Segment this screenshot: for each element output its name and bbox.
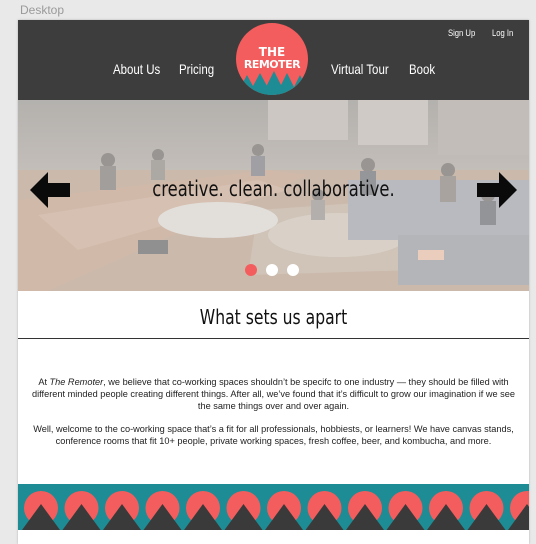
logo-text-remoter: REMOTER: [243, 58, 301, 71]
logo-text-the: THE: [258, 45, 286, 59]
sun-mountain-icon: [386, 491, 425, 530]
mountain-pattern-icons: [22, 491, 529, 530]
section-title: What sets us apart: [199, 305, 348, 329]
brand-name: The Remoter: [49, 377, 104, 387]
site-logo[interactable]: THE REMOTER: [236, 23, 308, 95]
sun-mountain-icon: [427, 491, 465, 530]
intro-paragraph: At The Remoter, we believe that co-worki…: [32, 376, 515, 412]
right-arrow-icon[interactable]: [477, 172, 517, 208]
carousel-dot-3[interactable]: [287, 264, 299, 276]
nav-virtual-tour[interactable]: Virtual Tour: [331, 61, 389, 77]
mountain-sun-logo-icon: THE REMOTER: [236, 23, 308, 95]
carousel-dot-1[interactable]: [245, 264, 257, 276]
intro-paragraph-lead: At: [38, 377, 50, 387]
sun-mountain-icon: [143, 491, 182, 530]
sign-up-link[interactable]: Sign Up: [448, 28, 475, 38]
log-in-link[interactable]: Log In: [492, 28, 513, 38]
hero-carousel: creative. clean. collaborative.: [18, 100, 529, 291]
site-header: Sign Up Log In About Us Pricing Virtual …: [18, 20, 529, 100]
nav-pricing[interactable]: Pricing: [179, 61, 214, 77]
section-divider: [18, 338, 529, 339]
desktop-frame: Sign Up Log In About Us Pricing Virtual …: [18, 20, 529, 544]
sun-mountain-icon: [22, 491, 60, 530]
intro-paragraph-body: , we believe that co-working spaces shou…: [32, 377, 515, 411]
mountain-pattern-band: [18, 484, 529, 530]
sun-mountain-icon: [184, 491, 222, 530]
sun-mountain-icon: [305, 491, 344, 530]
artboard-label: Desktop: [20, 3, 65, 17]
left-arrow-icon[interactable]: [30, 172, 70, 208]
sun-mountain-icon: [346, 491, 384, 530]
sun-mountain-icon: [103, 491, 141, 530]
welcome-paragraph: Well, welcome to the co-working space th…: [33, 424, 514, 446]
nav-about-us[interactable]: About Us: [113, 61, 160, 77]
carousel-dot-2[interactable]: [266, 264, 278, 276]
nav-book[interactable]: Book: [409, 61, 435, 77]
sun-mountain-icon: [62, 491, 101, 530]
account-links: Sign Up Log In: [448, 28, 517, 38]
hero-tagline: creative. clean. collaborative.: [152, 177, 395, 201]
sun-mountain-icon: [224, 491, 263, 530]
sun-mountain-icon: [265, 491, 303, 530]
sun-mountain-icon: [508, 491, 529, 530]
carousel-dots: [245, 264, 299, 276]
sun-mountain-icon: [467, 491, 506, 530]
